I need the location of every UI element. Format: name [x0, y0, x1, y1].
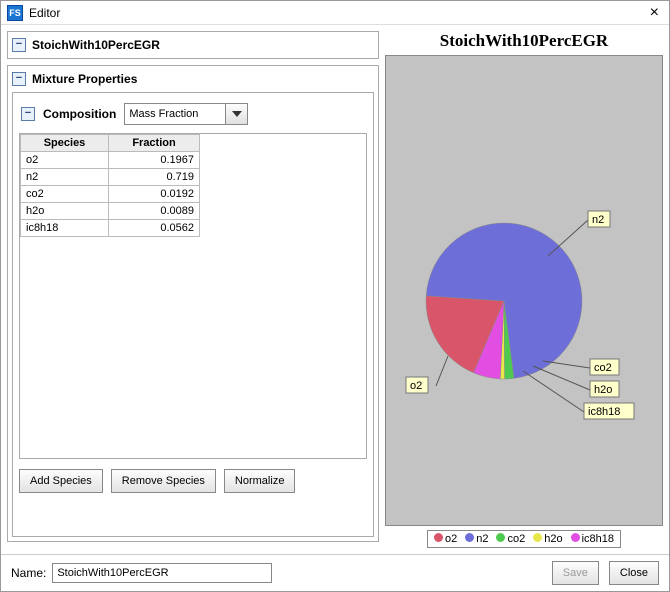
swatch-ic8h18	[571, 533, 580, 542]
composition-row: − Composition	[21, 103, 367, 125]
mixture-outer-header: − StoichWith10PercEGR	[12, 36, 374, 54]
cell-species[interactable]: n2	[21, 169, 109, 186]
save-button[interactable]: Save	[552, 561, 599, 585]
cell-fraction[interactable]: 0.1967	[109, 152, 200, 169]
normalize-button[interactable]: Normalize	[224, 469, 296, 493]
legend: o2 n2 co2 h2o ic8h18	[427, 530, 621, 548]
species-table: Species Fraction o2 0.1967 n2	[20, 134, 200, 237]
panel-title: StoichWith10PercEGR	[32, 38, 160, 52]
editor-window: FS Editor × − StoichWith10PercEGR − Mixt…	[0, 0, 670, 592]
footer: Name: Save Close	[1, 554, 669, 591]
svg-text:ic8h18: ic8h18	[588, 406, 620, 418]
legend-item: co2	[496, 533, 525, 545]
close-icon[interactable]: ×	[646, 4, 663, 22]
svg-text:h2o: h2o	[594, 384, 612, 396]
right-pane: StoichWith10PercEGR o2 n2 co2 h2o ic8h18 o2 …	[385, 31, 663, 548]
composition-combo-input[interactable]	[125, 104, 225, 124]
cell-fraction[interactable]: 0.719	[109, 169, 200, 186]
swatch-n2	[465, 533, 474, 542]
collapse-toggle-composition[interactable]: −	[21, 107, 35, 121]
chevron-down-icon	[232, 111, 242, 117]
mixture-properties-title: Mixture Properties	[32, 72, 137, 86]
composition-combo[interactable]	[124, 103, 248, 125]
table-row[interactable]: ic8h18 0.0562	[21, 220, 200, 237]
collapse-toggle-outer[interactable]: −	[12, 38, 26, 52]
collapse-toggle-mixture[interactable]: −	[12, 72, 26, 86]
table-row[interactable]: h2o 0.0089	[21, 203, 200, 220]
window-title: Editor	[29, 6, 646, 20]
species-buttons: Add Species Remove Species Normalize	[19, 469, 367, 493]
remove-species-button[interactable]: Remove Species	[111, 469, 216, 493]
composition-group: − Composition	[12, 92, 374, 537]
app-icon: FS	[7, 5, 23, 21]
pie-chart: o2 n2 co2 h2o ic8h18	[388, 56, 660, 525]
add-species-button[interactable]: Add Species	[19, 469, 103, 493]
chart-title: StoichWith10PercEGR	[385, 31, 663, 51]
cell-fraction[interactable]: 0.0089	[109, 203, 200, 220]
cell-fraction[interactable]: 0.0562	[109, 220, 200, 237]
chart-panel: o2 n2 co2 h2o ic8h18	[385, 55, 663, 526]
svg-text:o2: o2	[410, 380, 422, 392]
legend-label: ic8h18	[582, 533, 614, 545]
cell-species[interactable]: co2	[21, 186, 109, 203]
cell-species[interactable]: o2	[21, 152, 109, 169]
cell-species[interactable]: ic8h18	[21, 220, 109, 237]
legend-item: ic8h18	[571, 533, 614, 545]
body: − StoichWith10PercEGR − Mixture Properti…	[1, 25, 669, 554]
close-button[interactable]: Close	[609, 561, 659, 585]
legend-label: co2	[507, 533, 525, 545]
mixture-outer-group: − StoichWith10PercEGR	[7, 31, 379, 59]
legend-label: n2	[476, 533, 488, 545]
composition-label: Composition	[43, 107, 116, 121]
swatch-o2	[434, 533, 443, 542]
fraction-header[interactable]: Fraction	[109, 135, 200, 152]
left-pane: − StoichWith10PercEGR − Mixture Properti…	[7, 31, 379, 548]
legend-item: h2o	[533, 533, 562, 545]
cell-fraction[interactable]: 0.0192	[109, 186, 200, 203]
svg-text:n2: n2	[592, 214, 604, 226]
swatch-co2	[496, 533, 505, 542]
table-row[interactable]: co2 0.0192	[21, 186, 200, 203]
swatch-h2o	[533, 533, 542, 542]
mixture-properties-header: − Mixture Properties	[12, 70, 374, 88]
composition-combo-button[interactable]	[225, 104, 247, 124]
name-input[interactable]	[52, 563, 272, 583]
name-label: Name:	[11, 566, 46, 580]
legend-item: n2	[465, 533, 488, 545]
table-row[interactable]: n2 0.719	[21, 169, 200, 186]
legend-label: h2o	[544, 533, 562, 545]
species-table-wrap: Species Fraction o2 0.1967 n2	[19, 133, 367, 459]
titlebar: FS Editor ×	[1, 1, 669, 25]
species-header[interactable]: Species	[21, 135, 109, 152]
svg-text:co2: co2	[594, 362, 612, 374]
legend-label: o2	[445, 533, 457, 545]
legend-item: o2	[434, 533, 457, 545]
table-row[interactable]: o2 0.1967	[21, 152, 200, 169]
cell-species[interactable]: h2o	[21, 203, 109, 220]
mixture-properties-group: − Mixture Properties − Composition	[7, 65, 379, 542]
